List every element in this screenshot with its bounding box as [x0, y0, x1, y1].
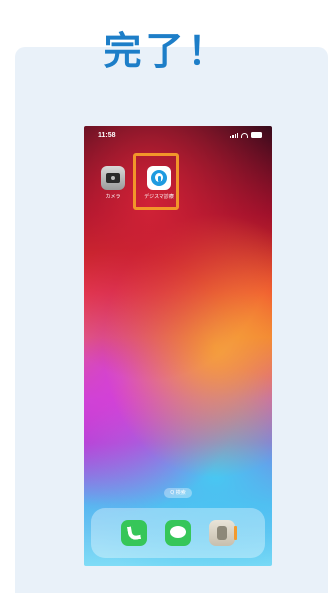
- messages-icon[interactable]: [165, 520, 191, 546]
- contacts-icon[interactable]: [209, 520, 237, 546]
- battery-icon: [251, 132, 262, 138]
- page-title: 完了！: [103, 29, 230, 73]
- signal-icon: [230, 132, 238, 138]
- app-highlight-frame: [133, 153, 179, 210]
- dock: [91, 508, 265, 558]
- phone-icon[interactable]: [121, 520, 147, 546]
- app-camera-label: カメラ: [105, 194, 121, 200]
- status-time: 11:58: [98, 132, 116, 139]
- status-bar: 11:58: [84, 126, 272, 144]
- app-camera[interactable]: カメラ: [96, 166, 130, 200]
- status-icons: [230, 132, 262, 138]
- home-search-pill[interactable]: Q 検索: [164, 488, 192, 498]
- camera-icon: [101, 166, 125, 190]
- wifi-icon: [241, 132, 248, 138]
